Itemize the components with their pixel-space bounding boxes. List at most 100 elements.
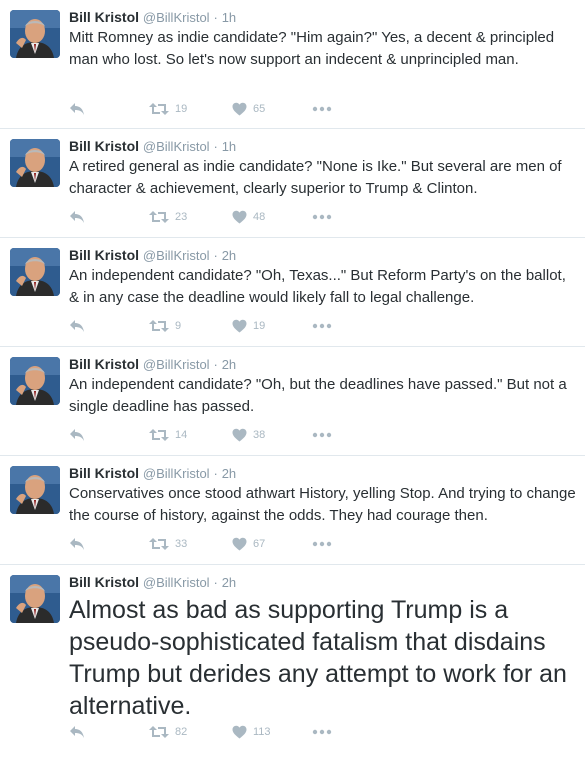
like-button[interactable]: 19 [232,319,312,333]
author-handle[interactable]: @BillKristol [143,248,210,263]
tweet-feed: Bill Kristol @BillKristol · 1h Mitt Romn… [0,0,585,757]
like-count: 113 [253,726,271,738]
author-name[interactable]: Bill Kristol [69,138,139,154]
like-count: 65 [253,103,266,115]
more-button[interactable] [312,323,336,329]
retweet-count: 23 [175,211,188,223]
reply-button[interactable] [69,319,149,333]
author-name[interactable]: Bill Kristol [69,247,139,263]
tweet[interactable]: Bill Kristol @BillKristol · 2h Conservat… [0,456,585,565]
like-button[interactable]: 38 [232,428,312,442]
like-button[interactable]: 113 [232,725,312,739]
tweet-actions: 9 19 [69,316,336,336]
tweet[interactable]: Bill Kristol @BillKristol · 2h An indepe… [0,347,585,456]
like-button[interactable]: 67 [232,537,312,551]
reply-button[interactable] [69,102,149,116]
author-handle[interactable]: @BillKristol [143,466,210,481]
timestamp[interactable]: 1h [222,10,236,25]
like-button[interactable]: 48 [232,210,312,224]
retweet-count: 82 [175,726,188,738]
retweet-button[interactable]: 14 [149,428,232,442]
tweet-actions: 82 113 [69,722,336,742]
timestamp[interactable]: 2h [222,248,236,263]
tweet-header: Bill Kristol @BillKristol · 2h [69,356,577,373]
author-name[interactable]: Bill Kristol [69,465,139,481]
tweet-text: A retired general as indie candidate? "N… [69,158,562,197]
retweet-icon [149,726,169,738]
reply-button[interactable] [69,428,149,442]
author-handle[interactable]: @BillKristol [143,575,210,590]
timestamp[interactable]: 2h [222,575,236,590]
author-name[interactable]: Bill Kristol [69,356,139,372]
more-button[interactable] [312,541,336,547]
like-count: 38 [253,429,266,441]
like-count: 19 [253,320,266,332]
tweet-header: Bill Kristol @BillKristol · 1h [69,138,577,155]
ellipsis-icon [312,729,332,735]
like-count: 48 [253,211,266,223]
heart-icon [232,537,247,551]
author-name[interactable]: Bill Kristol [69,574,139,590]
avatar[interactable] [10,575,60,623]
author-name[interactable]: Bill Kristol [69,9,139,25]
tweet-actions: 23 48 [69,207,336,227]
tweet-header: Bill Kristol @BillKristol · 1h [69,9,577,26]
retweet-icon [149,320,169,332]
timestamp[interactable]: 2h [222,357,236,372]
avatar[interactable] [10,357,60,405]
tweet-text: An independent candidate? "Oh, but the d… [69,376,567,415]
retweet-button[interactable]: 82 [149,725,232,739]
timestamp[interactable]: 1h [222,139,236,154]
timestamp[interactable]: 2h [222,466,236,481]
tweet-text: Conservatives once stood athwart History… [69,485,576,524]
author-handle[interactable]: @BillKristol [143,139,210,154]
avatar[interactable] [10,139,60,187]
tweet[interactable]: Bill Kristol @BillKristol · 2h An indepe… [0,238,585,347]
retweet-icon [149,538,169,550]
retweet-icon [149,211,169,223]
more-button[interactable] [312,214,336,220]
reply-button[interactable] [69,725,149,739]
more-button[interactable] [312,432,336,438]
tweet-header: Bill Kristol @BillKristol · 2h [69,247,577,264]
retweet-icon [149,429,169,441]
tweet-actions: 19 65 [69,99,336,119]
avatar[interactable] [10,10,60,58]
retweet-icon [149,103,169,115]
retweet-button[interactable]: 23 [149,210,232,224]
reply-arrow-icon [70,538,84,550]
avatar[interactable] [10,248,60,296]
tweet-actions: 33 67 [69,534,336,554]
tweet[interactable]: Bill Kristol @BillKristol · 1h A retired… [0,129,585,238]
tweet-actions: 14 38 [69,425,336,445]
author-handle[interactable]: @BillKristol [143,357,210,372]
reply-button[interactable] [69,537,149,551]
separator-dot: · [213,575,218,590]
separator-dot: · [213,357,218,372]
reply-arrow-icon [70,726,84,738]
retweet-button[interactable]: 9 [149,319,232,333]
more-button[interactable] [312,729,336,735]
ellipsis-icon [312,214,332,220]
author-handle[interactable]: @BillKristol [143,10,210,25]
retweet-button[interactable]: 33 [149,537,232,551]
reply-button[interactable] [69,210,149,224]
reply-arrow-icon [70,429,84,441]
tweet[interactable]: Bill Kristol @BillKristol · 1h Mitt Romn… [0,0,585,129]
tweet-header: Bill Kristol @BillKristol · 2h [69,574,577,591]
separator-dot: · [213,248,218,263]
like-count: 67 [253,538,266,550]
heart-icon [232,319,247,333]
like-button[interactable]: 65 [232,102,312,116]
tweet[interactable]: Bill Kristol @BillKristol · 2h Almost as… [0,565,585,757]
ellipsis-icon [312,323,332,329]
more-button[interactable] [312,106,336,112]
tweet-text: Almost as bad as supporting Trump is a p… [69,596,567,720]
retweet-button[interactable]: 19 [149,102,232,116]
avatar[interactable] [10,466,60,514]
separator-dot: · [213,10,218,25]
heart-icon [232,102,247,116]
retweet-count: 19 [175,103,188,115]
retweet-count: 33 [175,538,188,550]
heart-icon [232,210,247,224]
